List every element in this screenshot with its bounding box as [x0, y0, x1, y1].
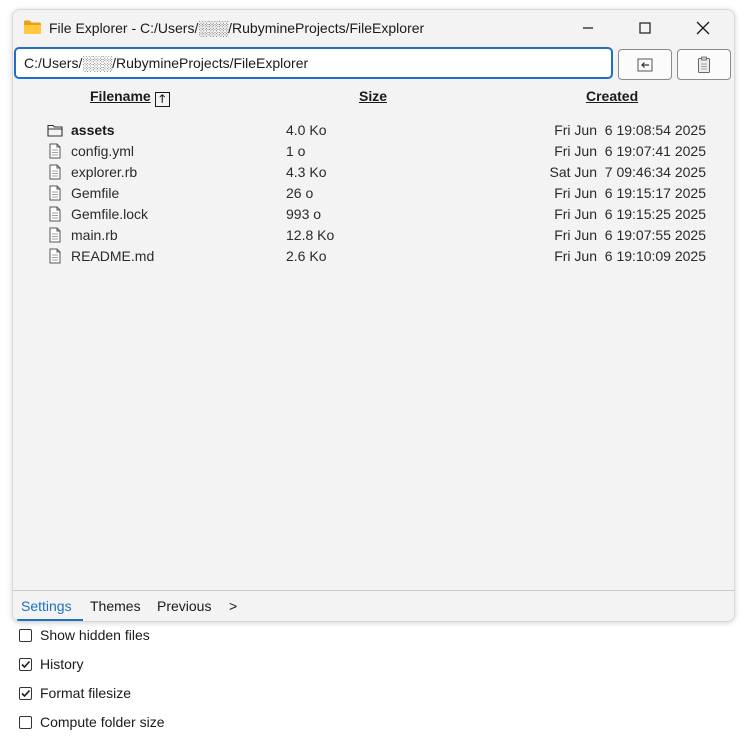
file-row[interactable]: README.md 2.6 Ko Fri Jun 6 19:10:09 2025 — [13, 246, 734, 267]
file-icon — [47, 164, 63, 180]
tab-settings[interactable]: Settings — [21, 598, 72, 614]
file-icon — [47, 143, 63, 159]
show-hidden-files-option[interactable]: Show hidden files — [19, 625, 150, 645]
file-name: explorer.rb — [71, 164, 138, 180]
checkmark-icon — [21, 660, 31, 668]
column-header-size[interactable]: Size — [359, 88, 387, 104]
tab-themes[interactable]: Themes — [90, 598, 141, 614]
file-row[interactable]: Gemfile.lock 993 o Fri Jun 6 19:15:25 2025 — [13, 204, 734, 225]
back-arrow-icon — [637, 58, 653, 71]
checkmark-icon — [21, 689, 31, 697]
maximize-button[interactable] — [622, 10, 668, 46]
file-name: config.yml — [71, 143, 135, 159]
history-option[interactable]: History — [19, 654, 84, 674]
show-hidden-files-checkbox[interactable] — [19, 628, 32, 642]
file-row[interactable]: main.rb 12.8 Ko Fri Jun 6 19:07:55 2025 — [13, 225, 734, 246]
file-explorer-window: File Explorer - C:/Users/░░░/RubyminePro… — [12, 9, 735, 622]
file-icon — [47, 185, 63, 201]
column-header-created[interactable]: Created — [586, 88, 638, 104]
history-checkbox[interactable] — [19, 657, 32, 671]
history-label: History — [40, 656, 84, 672]
file-size: 993 o — [286, 206, 322, 222]
go-back-button[interactable] — [618, 49, 672, 80]
format-filesize-label: Format filesize — [40, 685, 132, 701]
window-title: File Explorer - C:/Users/░░░/RubyminePro… — [49, 20, 425, 36]
file-row[interactable]: explorer.rb 4.3 Ko Sat Jun 7 09:46:34 2025 — [13, 162, 734, 183]
minimize-icon — [583, 27, 593, 29]
file-size: 2.6 Ko — [286, 248, 327, 264]
folder-icon — [47, 122, 63, 138]
column-header-filename[interactable]: Filename 🡑 — [90, 88, 170, 107]
tab-previous[interactable]: Previous — [157, 598, 211, 614]
maximize-icon — [639, 22, 651, 34]
file-size: 26 o — [286, 185, 314, 201]
clipboard-button[interactable] — [677, 49, 731, 80]
compute-folder-size-label: Compute folder size — [40, 714, 165, 730]
path-input[interactable]: C:/Users/░░░/RubymineProjects/FileExplor… — [14, 47, 613, 79]
compute-folder-size-option[interactable]: Compute folder size — [19, 712, 165, 732]
file-created-date: Sat Jun 7 09:46:34 2025 — [549, 164, 706, 180]
file-created-date: Fri Jun 6 19:15:25 2025 — [554, 206, 706, 222]
format-filesize-option[interactable]: Format filesize — [19, 683, 131, 703]
file-name: README.md — [71, 248, 155, 264]
sort-ascending-icon: 🡑 — [154, 92, 170, 107]
file-name: main.rb — [71, 227, 118, 243]
close-button[interactable] — [680, 10, 726, 46]
tab-more-button[interactable]: > — [229, 598, 237, 614]
file-icon — [47, 227, 63, 243]
folder-app-icon — [24, 20, 41, 34]
file-created-date: Fri Jun 6 19:07:41 2025 — [554, 143, 706, 159]
show-hidden-files-label: Show hidden files — [40, 627, 150, 643]
file-size: 1 o — [286, 143, 306, 159]
file-row[interactable]: config.yml 1 o Fri Jun 6 19:07:41 2025 — [13, 141, 734, 162]
close-icon — [696, 21, 710, 35]
file-icon — [47, 248, 63, 264]
title-bar[interactable]: File Explorer - C:/Users/░░░/RubyminePro… — [13, 10, 734, 46]
file-list: Filename 🡑 Size Created assets 4.0 Ko Fri J… — [13, 84, 734, 590]
column-header-filename-label: Filename — [90, 88, 151, 104]
active-tab-indicator — [17, 619, 83, 621]
file-created-date: Fri Jun 6 19:07:55 2025 — [554, 227, 706, 243]
file-size: 4.3 Ko — [286, 164, 327, 180]
format-filesize-checkbox[interactable] — [19, 686, 32, 700]
file-name: Gemfile — [71, 185, 120, 201]
compute-folder-size-checkbox[interactable] — [19, 715, 32, 729]
file-name: assets — [71, 122, 115, 138]
file-created-date: Fri Jun 6 19:10:09 2025 — [554, 248, 706, 264]
file-name: Gemfile.lock — [71, 206, 149, 222]
tab-bar: Settings Themes Previous > — [13, 590, 734, 621]
clipboard-icon — [698, 56, 710, 73]
file-size: 4.0 Ko — [286, 122, 327, 138]
file-created-date: Fri Jun 6 19:15:17 2025 — [554, 185, 706, 201]
minimize-button[interactable] — [565, 10, 611, 46]
file-icon — [47, 206, 63, 222]
file-row[interactable]: assets 4.0 Ko Fri Jun 6 19:08:54 2025 — [13, 120, 734, 141]
file-size: 12.8 Ko — [286, 227, 335, 243]
file-created-date: Fri Jun 6 19:08:54 2025 — [554, 122, 706, 138]
file-row[interactable]: Gemfile 26 o Fri Jun 6 19:15:17 2025 — [13, 183, 734, 204]
